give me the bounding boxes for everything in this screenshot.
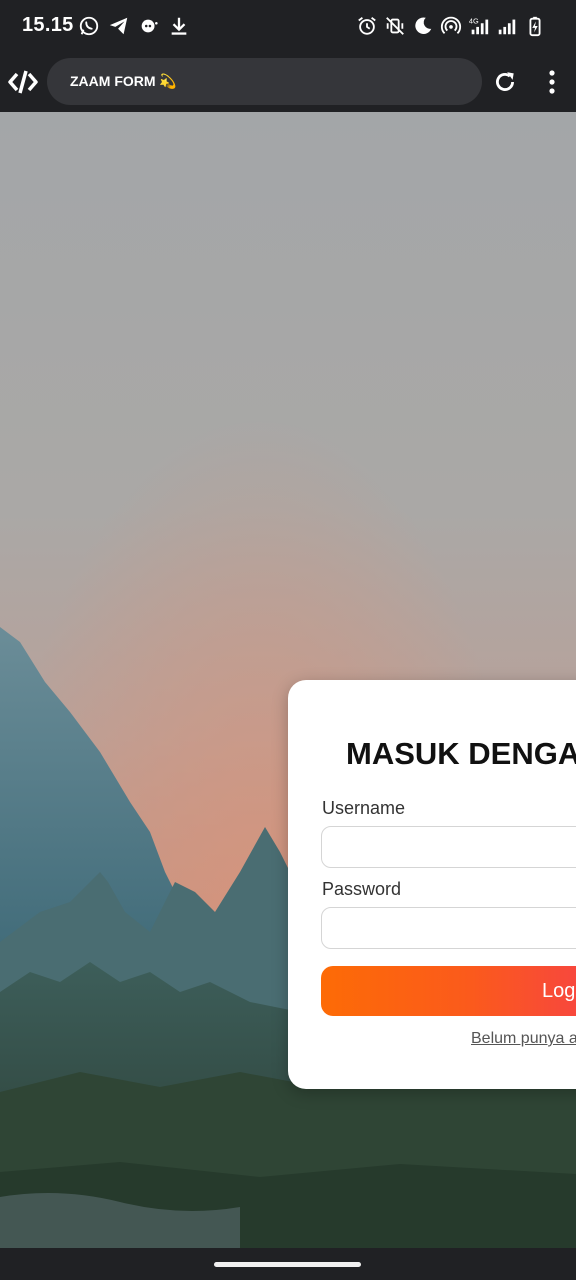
status-right-icons: 4G [356, 14, 546, 38]
status-bar: 15.15 4G [0, 0, 576, 52]
login-card: MASUK DENGAN Username Password Login Bel… [288, 680, 576, 1089]
login-button[interactable]: Login [321, 966, 576, 1016]
reload-icon[interactable] [492, 69, 518, 95]
alarm-icon [358, 17, 376, 35]
hotspot-icon [440, 16, 462, 34]
password-label: Password [322, 879, 402, 899]
svg-text:4G: 4G [469, 16, 479, 25]
whatsapp-icon [79, 16, 99, 36]
username-input[interactable] [321, 826, 576, 868]
status-time: 15.15 [22, 14, 74, 36]
status-left-icons [78, 14, 190, 38]
web-page: MASUK DENGAN Username Password Login Bel… [0, 112, 576, 1248]
code-brackets-icon[interactable] [8, 68, 38, 96]
signal-4g-icon: 4G [469, 16, 489, 35]
dnd-moon-icon [415, 17, 432, 34]
chat-bubble-icon [141, 19, 158, 33]
browser-toolbar: ZAAM FORM 💫 [0, 52, 576, 112]
address-bar[interactable]: ZAAM FORM 💫 [47, 58, 482, 105]
system-nav-bar [0, 1248, 576, 1280]
battery-charging-icon [529, 16, 541, 37]
username-label: Username [322, 798, 406, 818]
more-vert-icon[interactable] [540, 69, 564, 95]
home-indicator[interactable] [214, 1262, 361, 1267]
vibrate-off-icon [386, 17, 404, 35]
telegram-icon [109, 17, 128, 35]
register-link[interactable]: Belum punya a [471, 1030, 576, 1048]
page-title-url: ZAAM FORM 💫 [70, 73, 177, 89]
download-icon [171, 17, 187, 35]
login-title: MASUK DENGAN [346, 736, 576, 771]
signal-icon [498, 19, 516, 35]
password-input[interactable] [321, 907, 576, 949]
